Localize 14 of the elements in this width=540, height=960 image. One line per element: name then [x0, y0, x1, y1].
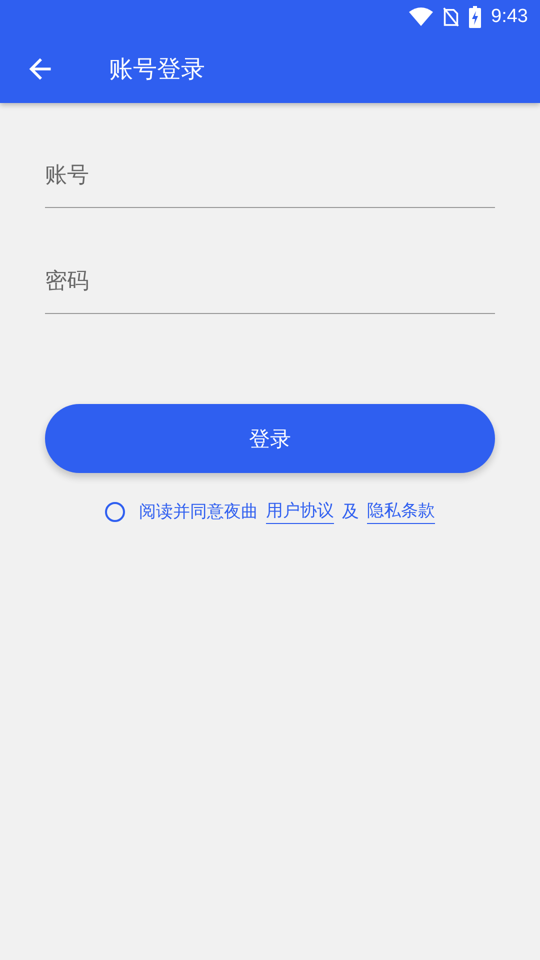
conjunction-text: 及: [342, 501, 359, 523]
input-field[interactable]: 账号: [45, 144, 495, 208]
back-arrow-icon[interactable]: [28, 56, 54, 82]
agreement-radio[interactable]: [105, 502, 125, 522]
privacy-policy-link[interactable]: 隐私条款: [367, 499, 435, 524]
input-field[interactable]: 密码: [45, 250, 495, 314]
agreement-text: 阅读并同意夜曲: [139, 501, 258, 523]
status-time: 9:43: [491, 6, 528, 28]
battery-icon: [469, 6, 482, 28]
wifi-icon: [409, 7, 434, 27]
user-agreement-link[interactable]: 用户协议: [266, 499, 334, 524]
login-button[interactable]: 登录: [45, 404, 495, 473]
page-title: 账号登录: [109, 54, 205, 84]
no-sim-icon: [443, 7, 460, 27]
